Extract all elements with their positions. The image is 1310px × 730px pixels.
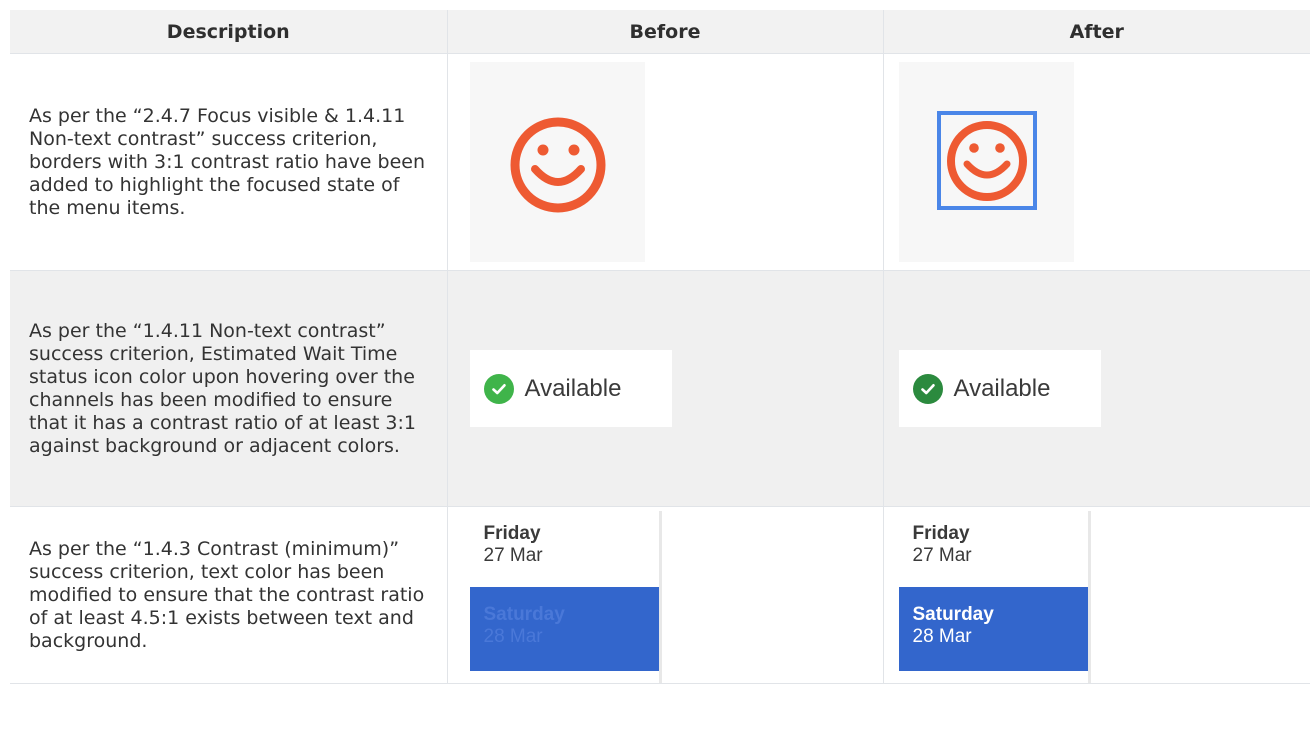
check-circle-icon bbox=[912, 373, 943, 404]
after-cell: Friday 27 Mar Saturday 28 Mar bbox=[883, 506, 1310, 684]
day-date: 27 Mar bbox=[912, 545, 972, 566]
saturday-text: Saturday 28 Mar bbox=[470, 604, 565, 648]
row-description: As per the “1.4.3 Contrast (minimum)” su… bbox=[10, 506, 448, 684]
table-row: As per the “1.4.11 Non-text contrast” su… bbox=[10, 270, 1310, 507]
before-cell: Friday 27 Mar Saturday 28 Mar bbox=[447, 506, 884, 684]
day-name: Saturday bbox=[912, 604, 994, 625]
date-list-after: Friday 27 Mar Saturday 28 Mar bbox=[898, 511, 1091, 683]
available-label: Available bbox=[524, 374, 622, 402]
day-date: 28 Mar bbox=[912, 626, 972, 647]
before-cell: Available bbox=[447, 270, 884, 507]
day-name: Friday bbox=[483, 523, 541, 544]
row-description: As per the “1.4.11 Non-text contrast” su… bbox=[10, 270, 448, 507]
smiley-icon bbox=[936, 111, 1037, 210]
date-item-friday: Friday 27 Mar bbox=[899, 523, 972, 567]
smiley-icon bbox=[510, 117, 605, 213]
check-circle-icon bbox=[483, 373, 514, 404]
accessibility-changes-table: Description Before After As per the “2.4… bbox=[10, 10, 1310, 684]
after-cell: Available bbox=[883, 270, 1310, 507]
table-row: As per the “1.4.3 Contrast (minimum)” su… bbox=[10, 506, 1310, 684]
saturday-text: Saturday 28 Mar bbox=[899, 604, 994, 648]
smiley-after-image bbox=[898, 62, 1074, 262]
row-description: As per the “2.4.7 Focus visible & 1.4.11… bbox=[10, 53, 448, 271]
scroll-rail bbox=[658, 511, 662, 683]
day-name: Friday bbox=[912, 523, 970, 544]
header-before: Before bbox=[447, 10, 884, 54]
table-row: As per the “2.4.7 Focus visible & 1.4.11… bbox=[10, 53, 1310, 271]
date-item-friday: Friday 27 Mar bbox=[470, 523, 543, 567]
scroll-rail bbox=[1087, 511, 1091, 683]
day-name: Saturday bbox=[483, 604, 565, 625]
day-date: 28 Mar bbox=[483, 626, 543, 647]
day-date: 27 Mar bbox=[483, 545, 543, 566]
date-list-before: Friday 27 Mar Saturday 28 Mar bbox=[469, 511, 662, 683]
smiley-before-image bbox=[469, 62, 645, 262]
available-label: Available bbox=[953, 374, 1051, 402]
before-cell bbox=[447, 53, 884, 271]
header-description: Description bbox=[10, 10, 448, 54]
date-item-saturday-selected: Saturday 28 Mar bbox=[469, 587, 659, 671]
available-status-after: Available bbox=[898, 350, 1101, 427]
header-after: After bbox=[883, 10, 1310, 54]
date-item-saturday-selected: Saturday 28 Mar bbox=[898, 587, 1088, 671]
after-cell bbox=[883, 53, 1310, 271]
table-header-row: Description Before After bbox=[10, 10, 1310, 54]
available-status-before: Available bbox=[469, 350, 672, 427]
